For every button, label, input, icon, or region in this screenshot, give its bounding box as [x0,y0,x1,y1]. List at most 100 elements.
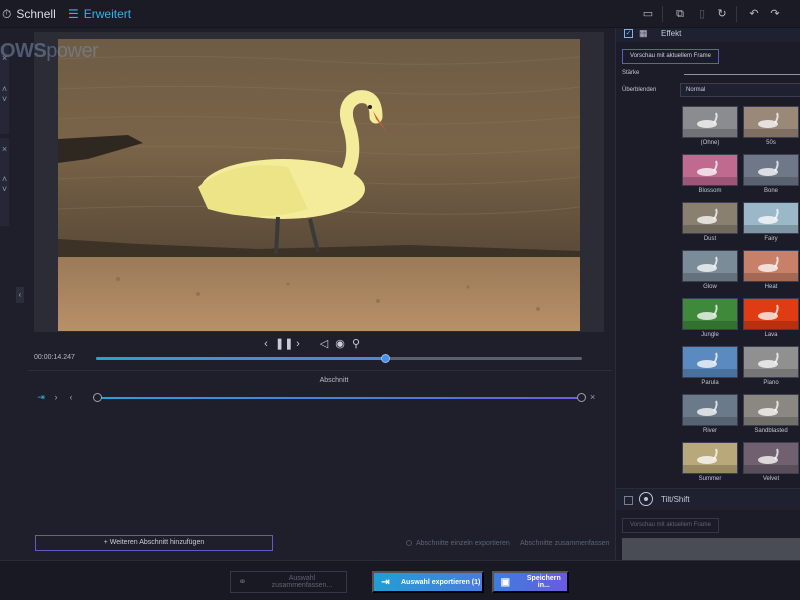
export-separately-option[interactable]: Abschnitte einzeln exportieren [406,540,510,547]
export-selection-button[interactable]: ⇥ Auswahl exportieren (1) [372,571,484,593]
chevron-left-icon[interactable]: ‹ [16,287,24,303]
link-icon: ⚭ [238,576,247,588]
merge-sections-option[interactable]: Abschnitte zusammenfassen [520,540,610,547]
folder-icon[interactable]: ▭ [640,6,656,22]
effect-preset-label: Summer [698,476,722,482]
effect-preset-tile[interactable]: Velvet [743,442,800,482]
merge-selection-button[interactable]: ⚭ Auswahl zusammenfassen... [230,571,347,593]
effect-preset-thumbnail[interactable] [682,202,738,234]
mode-tab-advanced[interactable]: ☰ Erweitert [68,0,131,28]
effect-preset-tile[interactable]: Summer [682,442,740,482]
effect-preset-thumbnail[interactable] [743,202,799,234]
effect-preset-thumbnail[interactable] [743,394,799,426]
effect-preset-thumbnail[interactable] [743,250,799,282]
effect-section-header[interactable]: ✓ ▦ Effekt [616,28,800,42]
effect-preset-label: Piano [763,380,779,386]
tiltshift-section-header[interactable]: Tilt/Shift [616,488,800,510]
chevron-up-icon[interactable]: ˄ [0,174,9,184]
effect-preset-label: Sandblasted [754,428,788,434]
effect-preset-tile[interactable]: Jungle [682,298,740,338]
seek-bar-fill [96,357,385,360]
tiltshift-preview-button[interactable]: Vorschau mit aktuellem Frame [622,518,719,533]
set-marker-icon[interactable]: ⇥ [36,391,46,403]
section-start-handle[interactable] [93,393,102,402]
effect-preset-tile[interactable]: Heat [743,250,800,290]
effect-preset-thumbnail[interactable] [743,106,799,138]
chevron-left-icon[interactable]: ‹ [66,391,76,403]
effect-preset-label: Parula [701,380,719,386]
seek-bar-handle[interactable] [381,354,390,363]
video-frame [58,39,580,331]
chevron-right-icon[interactable]: › [51,391,61,403]
next-frame-icon[interactable]: › [291,337,305,351]
chevron-up-icon[interactable]: ˄ [0,84,9,94]
chevron-down-icon[interactable]: ˅ [0,94,9,104]
wrench-icon[interactable]: ⚲ [349,337,363,351]
effect-preset-tile[interactable]: (Ohne) [682,106,740,146]
tiltshift-title: Tilt/Shift [661,495,690,504]
effect-preset-tile[interactable]: Blossom [682,154,740,194]
seek-bar[interactable] [96,354,582,363]
effect-preset-tile[interactable]: Parula [682,346,740,386]
previous-frame-icon[interactable]: ‹ [259,337,273,351]
effect-preset-tile[interactable]: Sandblasted [743,394,800,434]
swan-image [58,39,580,331]
chevron-down-icon[interactable]: ˅ [0,184,9,194]
save-icon: ▣ [500,576,511,588]
redo-icon[interactable]: ↷ [767,6,783,22]
effect-preset-tile[interactable]: 50s [743,106,800,146]
effect-preset-thumbnail[interactable] [682,346,738,378]
effect-preset-tile[interactable]: Bone [743,154,800,194]
tiltshift-enable-checkbox[interactable] [624,496,633,505]
effect-preset-tile[interactable]: Piano [743,346,800,386]
section-range-bar[interactable] [93,393,586,402]
pause-icon[interactable]: ❚❚ [275,337,293,351]
timecode: 00:00:14.247 [34,354,75,361]
merge-selection-label: Auswahl zusammenfassen... [271,575,333,589]
volume-icon[interactable]: ◁ [317,337,331,351]
bottom-action-bar: ⚭ Auswahl zusammenfassen... ⇥ Auswahl expo… [0,560,800,600]
effect-preset-label: Lava [764,332,778,338]
effect-preset-tile[interactable]: Glow [682,250,740,290]
effect-preset-thumbnail[interactable] [682,154,738,186]
effect-preset-label: Bone [763,188,778,194]
mode-tab-quick[interactable]: ⏱ Schnell [2,0,56,28]
export-selection-label: Auswahl exportieren (1) [401,578,481,586]
effect-preset-thumbnail[interactable] [682,394,738,426]
rotate-icon[interactable]: ↻ [714,6,730,22]
mode-tab-advanced-label: Erweitert [83,7,132,21]
effect-preset-tile[interactable]: Fairy [743,202,800,242]
divider [28,370,612,371]
add-section-button[interactable]: + Weiteren Abschnitt hinzufügen [35,535,273,551]
effect-preset-thumbnail[interactable] [743,154,799,186]
paste-icon[interactable]: ▯ [694,6,710,22]
effect-preset-thumbnail[interactable] [682,106,738,138]
effects-panel: ✓ ▦ Effekt Vorschau mit aktuellem Frame … [615,28,800,560]
effect-preset-thumbnail[interactable] [682,298,738,330]
copy-icon[interactable]: ⧉ [672,6,688,22]
effect-preset-tile[interactable]: Dust [682,202,740,242]
section-tools: ⇥ › ‹ [36,391,81,403]
section-end-handle[interactable] [577,393,586,402]
effect-preset-tile[interactable]: Lava [743,298,800,338]
effect-enable-checkbox[interactable]: ✓ [624,29,633,38]
video-preview-area [34,32,604,332]
effect-preset-thumbnail[interactable] [743,442,799,474]
effect-preset-thumbnail[interactable] [682,442,738,474]
undo-icon[interactable]: ↶ [746,6,762,22]
eye-icon[interactable]: ◉ [333,337,347,351]
close-icon[interactable]: × [590,392,595,402]
watermark-light: power [46,40,99,62]
save-as-button[interactable]: ▣ Speichern in... [492,571,569,593]
effect-preset-thumbnail[interactable] [743,346,799,378]
effect-preset-thumbnail[interactable] [743,298,799,330]
stopwatch-icon: ⏱ [2,6,12,21]
effect-preset-label: Fairy [764,236,778,242]
effect-preset-tile[interactable]: River [682,394,740,434]
close-icon[interactable]: × [0,144,9,154]
tiltshift-icon [639,492,653,506]
blend-mode-select[interactable]: Normal [680,83,800,97]
strength-slider[interactable] [684,74,800,75]
preview-current-frame-button[interactable]: Vorschau mit aktuellem Frame [622,49,719,64]
effect-preset-thumbnail[interactable] [682,250,738,282]
